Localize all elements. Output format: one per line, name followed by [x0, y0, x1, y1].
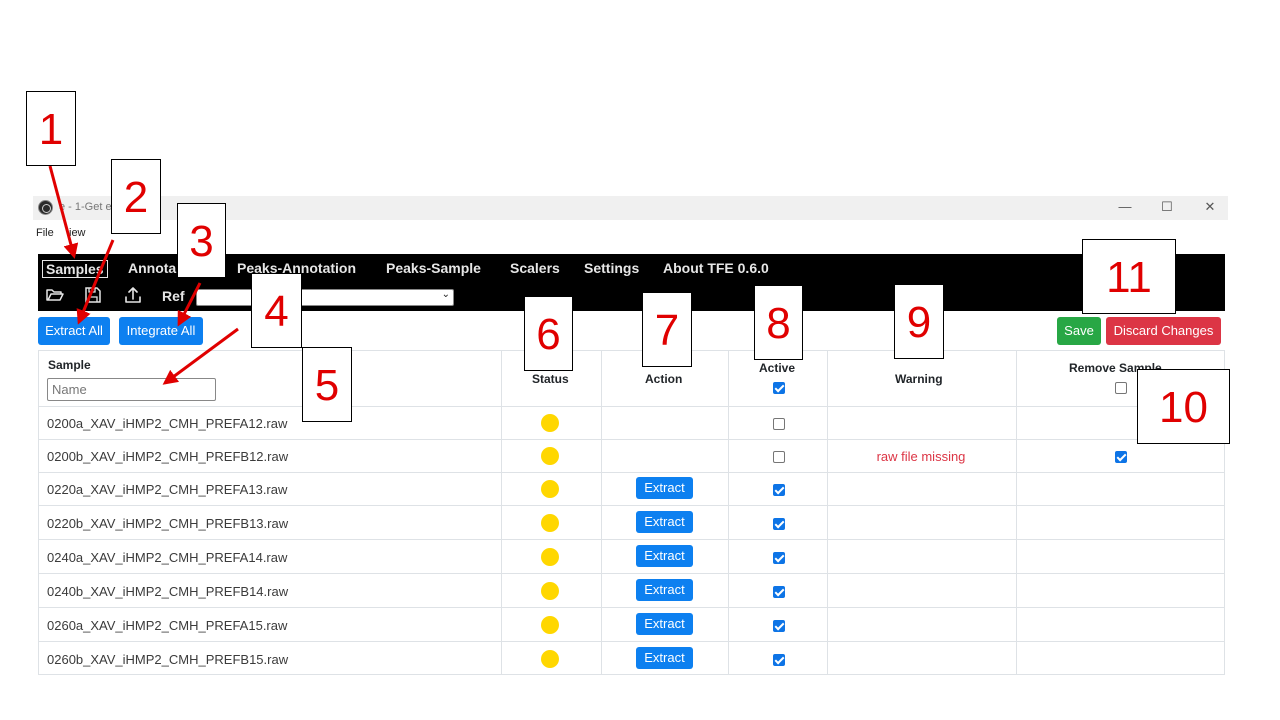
- active-checkbox[interactable]: [773, 418, 785, 430]
- extract-button[interactable]: Extract: [636, 511, 693, 533]
- callout-7: 7: [642, 292, 692, 367]
- save-icon[interactable]: [83, 285, 103, 305]
- integrate-all-button[interactable]: Integrate All: [119, 317, 203, 345]
- maximize-icon[interactable]: ☐: [1152, 197, 1182, 217]
- active-checkbox[interactable]: [773, 518, 785, 530]
- table-row: 0220a_XAV_iHMP2_CMH_PREFA13.raw Extract: [39, 472, 1224, 506]
- ref-label: Ref: [162, 288, 185, 304]
- extract-button[interactable]: Extract: [636, 477, 693, 499]
- active-checkbox[interactable]: [773, 654, 785, 666]
- save-button[interactable]: Save: [1057, 317, 1101, 345]
- window-title: e - 1-Get ed: [59, 201, 118, 213]
- sample-name: 0220a_XAV_iHMP2_CMH_PREFA13.raw: [47, 482, 288, 497]
- sample-name: 0200a_XAV_iHMP2_CMH_PREFA12.raw: [47, 416, 288, 431]
- extract-button[interactable]: Extract: [636, 545, 693, 567]
- remove-sample-checkbox[interactable]: [1115, 451, 1127, 463]
- table-row: 0240b_XAV_iHMP2_CMH_PREFB14.raw Extract: [39, 574, 1224, 608]
- callout-8: 8: [754, 285, 803, 360]
- table-row: 0220b_XAV_iHMP2_CMH_PREFB13.raw Extract: [39, 506, 1224, 540]
- active-all-checkbox[interactable]: [773, 382, 785, 394]
- warning-message: raw file missing: [876, 449, 966, 464]
- status-indicator: [541, 582, 559, 600]
- status-indicator: [541, 616, 559, 634]
- close-icon[interactable]: ✕: [1195, 197, 1225, 217]
- tab-peaks-sample[interactable]: Peaks-Sample: [386, 260, 481, 276]
- sample-name: 0220b_XAV_iHMP2_CMH_PREFB13.raw: [47, 516, 289, 531]
- callout-1: 1: [26, 91, 76, 166]
- remove-all-checkbox[interactable]: [1115, 382, 1127, 394]
- discard-changes-button[interactable]: Discard Changes: [1106, 317, 1221, 345]
- reference-select[interactable]: ⌄: [196, 289, 454, 306]
- status-indicator: [541, 414, 559, 432]
- app-icon: [38, 200, 53, 215]
- minimize-icon[interactable]: —: [1110, 197, 1140, 217]
- tab-about[interactable]: About TFE 0.6.0: [663, 260, 769, 276]
- table-row: 0200b_XAV_iHMP2_CMH_PREFB12.raw raw file…: [39, 439, 1224, 473]
- callout-9: 9: [894, 284, 944, 359]
- table-row: 0260a_XAV_iHMP2_CMH_PREFA15.raw Extract: [39, 608, 1224, 642]
- header-warning: Warning: [895, 372, 943, 386]
- status-indicator: [541, 650, 559, 668]
- menu-file[interactable]: File: [36, 227, 54, 239]
- sample-name: 0260a_XAV_iHMP2_CMH_PREFA15.raw: [47, 618, 288, 633]
- callout-4: 4: [251, 273, 302, 348]
- callout-3: 3: [177, 203, 226, 278]
- extract-all-button[interactable]: Extract All: [38, 317, 110, 345]
- active-checkbox[interactable]: [773, 552, 785, 564]
- extract-button[interactable]: Extract: [636, 647, 693, 669]
- tab-annotations[interactable]: Annota: [128, 260, 176, 276]
- extract-button[interactable]: Extract: [636, 579, 693, 601]
- callout-11: 11: [1082, 239, 1176, 314]
- status-indicator: [541, 548, 559, 566]
- tab-samples[interactable]: Samples: [42, 260, 108, 278]
- sample-name: 0240a_XAV_iHMP2_CMH_PREFA14.raw: [47, 550, 288, 565]
- callout-6: 6: [524, 296, 573, 371]
- upload-icon[interactable]: [123, 285, 143, 305]
- header-sample: Sample: [48, 358, 91, 372]
- callout-5: 5: [302, 347, 352, 422]
- menu-view[interactable]: iew: [69, 227, 86, 239]
- table-row: 0260b_XAV_iHMP2_CMH_PREFB15.raw Extract: [39, 642, 1224, 676]
- table-row: 0200a_XAV_iHMP2_CMH_PREFA12.raw: [39, 406, 1224, 440]
- sample-name: 0260b_XAV_iHMP2_CMH_PREFB15.raw: [47, 652, 289, 667]
- sample-name: 0240b_XAV_iHMP2_CMH_PREFB14.raw: [47, 584, 289, 599]
- tab-scalers[interactable]: Scalers: [510, 260, 560, 276]
- chevron-down-icon: ⌄: [441, 289, 450, 300]
- active-checkbox[interactable]: [773, 620, 785, 632]
- active-checkbox[interactable]: [773, 586, 785, 598]
- sample-name: 0200b_XAV_iHMP2_CMH_PREFB12.raw: [47, 449, 289, 464]
- callout-10: 10: [1137, 369, 1230, 444]
- folder-open-icon[interactable]: [45, 285, 65, 305]
- active-checkbox[interactable]: [773, 484, 785, 496]
- status-indicator: [541, 447, 559, 465]
- callout-2: 2: [111, 159, 161, 234]
- header-action: Action: [645, 372, 683, 386]
- header-active: Active: [759, 361, 796, 375]
- status-indicator: [541, 514, 559, 532]
- extract-button[interactable]: Extract: [636, 613, 693, 635]
- samples-table: Sample Status Action Active Warning Remo…: [38, 350, 1225, 675]
- status-indicator: [541, 480, 559, 498]
- header-status: Status: [532, 372, 569, 386]
- tab-settings[interactable]: Settings: [584, 260, 639, 276]
- sample-name-filter-input[interactable]: [47, 378, 216, 401]
- active-checkbox[interactable]: [773, 451, 785, 463]
- table-row: 0240a_XAV_iHMP2_CMH_PREFA14.raw Extract: [39, 540, 1224, 574]
